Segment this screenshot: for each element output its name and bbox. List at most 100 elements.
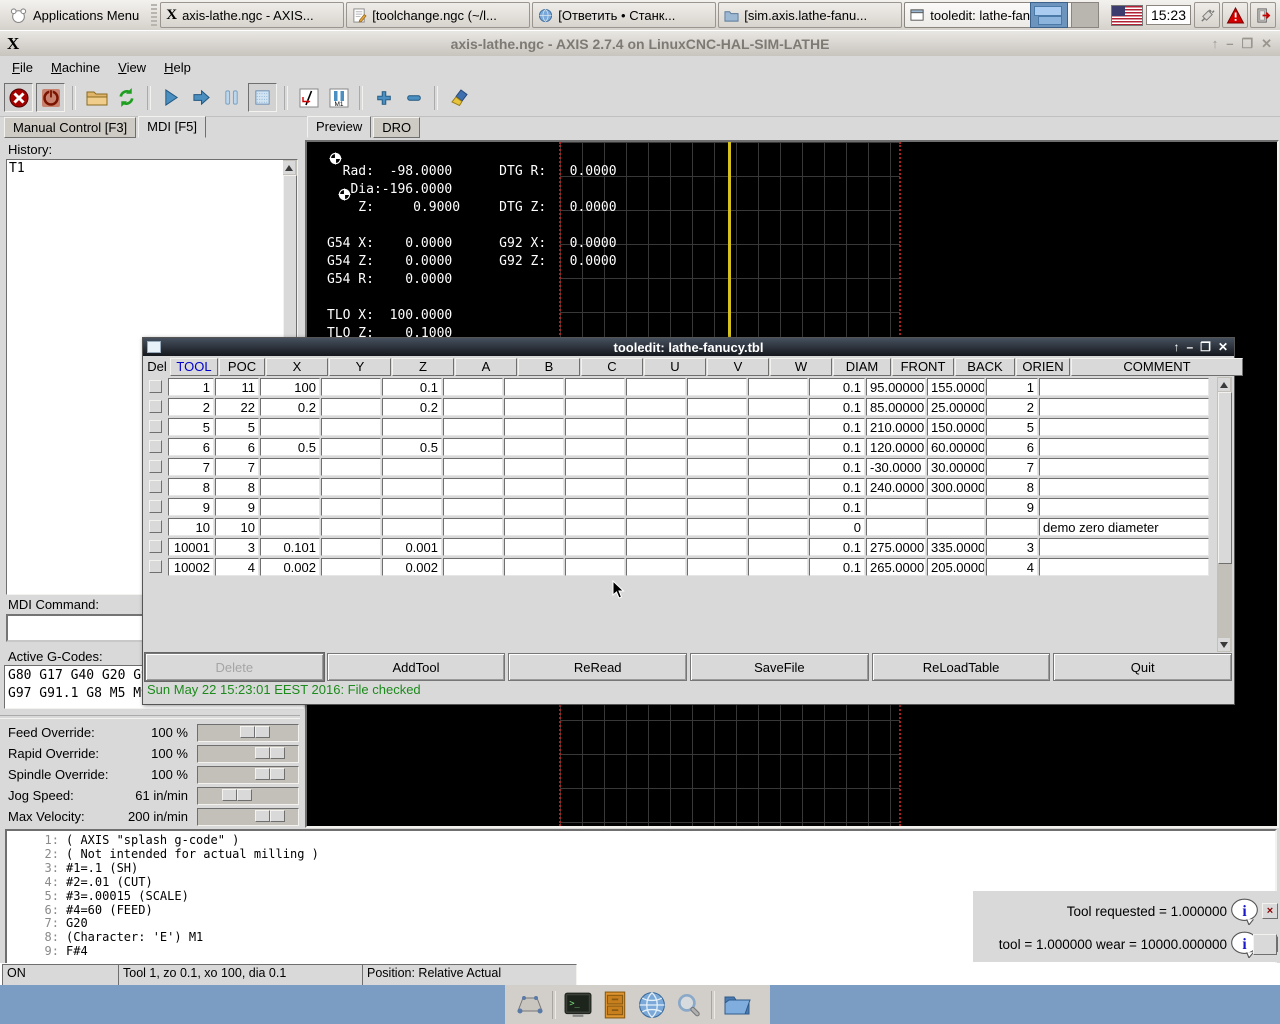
table-cell[interactable]: 0.002 [382,558,442,576]
plug-tray-button[interactable] [1194,2,1220,28]
delete-checkbox[interactable] [149,500,162,513]
table-cell[interactable]: 85.00000 [866,398,926,416]
table-cell[interactable] [687,438,747,456]
taskbar-window-button[interactable]: [sim.axis.lathe-fanu... [718,2,902,28]
step-button[interactable] [188,84,215,111]
table-cell[interactable] [626,558,686,576]
minimize-button[interactable]: – [1186,340,1193,354]
table-cell[interactable]: 0.001 [382,538,442,556]
table-cell[interactable] [321,498,381,516]
table-cell[interactable] [443,558,503,576]
table-cell[interactable] [748,558,808,576]
table-cell[interactable] [687,538,747,556]
table-cell[interactable]: 9 [215,498,259,516]
table-cell[interactable] [504,378,564,396]
table-cell[interactable] [321,558,381,576]
table-cell[interactable]: 5 [168,418,214,436]
table-cell[interactable] [565,538,625,556]
table-cell[interactable] [321,398,381,416]
taskbar-window-button[interactable]: [toolchange.ngc (~/l... [346,2,530,28]
table-cell[interactable] [321,438,381,456]
table-cell[interactable] [565,498,625,516]
tool-table-scrollbar[interactable] [1217,377,1232,652]
table-cell[interactable]: 7 [215,458,259,476]
table-cell[interactable] [565,478,625,496]
table-cell[interactable]: 11 [215,378,259,396]
table-cell[interactable] [687,418,747,436]
table-cell[interactable]: 0.1 [809,398,865,416]
table-cell[interactable]: 8 [986,478,1038,496]
delete-checkbox[interactable] [149,540,162,553]
table-cell[interactable] [443,498,503,516]
table-cell[interactable] [565,378,625,396]
table-cell[interactable]: 60.00000 [927,438,985,456]
table-cell[interactable] [382,498,442,516]
table-cell[interactable]: 4 [986,558,1038,576]
table-cell[interactable]: -30.0000 [866,458,926,476]
zoom-in-button[interactable] [370,84,397,111]
table-cell[interactable] [748,378,808,396]
table-cell[interactable]: 0.5 [260,438,320,456]
table-cell[interactable] [687,518,747,536]
table-cell[interactable]: 1 [168,378,214,396]
skip-lines-button[interactable] [295,84,322,111]
gcode-line[interactable]: 2:( Not intended for actual milling ) [7,848,1275,862]
delete-checkbox[interactable] [149,420,162,433]
table-cell[interactable]: 275.0000 [866,538,926,556]
close-button[interactable]: ✕ [1261,36,1272,52]
table-cell[interactable] [687,398,747,416]
table-cell[interactable] [687,558,747,576]
table-cell[interactable] [748,438,808,456]
table-cell[interactable] [260,498,320,516]
delete-checkbox[interactable] [149,520,162,533]
table-cell[interactable]: 0.2 [382,398,442,416]
table-cell[interactable] [565,438,625,456]
table-cell[interactable] [927,518,985,536]
table-cell[interactable] [321,478,381,496]
table-cell[interactable] [748,498,808,516]
table-cell[interactable] [443,438,503,456]
logout-tray-button[interactable] [1250,2,1276,28]
table-cell[interactable]: 0.1 [382,378,442,396]
table-cell[interactable] [565,558,625,576]
stop-button[interactable] [248,83,277,112]
table-cell[interactable]: 0.1 [809,558,865,576]
table-cell[interactable]: demo zero diameter [1039,518,1209,536]
slider-handle[interactable] [255,747,285,759]
show-desktop-launcher[interactable] [515,990,545,1020]
zoom-out-button[interactable] [400,84,427,111]
table-cell[interactable]: 100 [260,378,320,396]
table-cell[interactable]: 25.00000 [927,398,985,416]
table-cell[interactable] [1039,418,1209,436]
table-cell[interactable] [565,458,625,476]
table-cell[interactable]: 22 [215,398,259,416]
table-cell[interactable]: 2 [168,398,214,416]
taskbar-window-button[interactable]: Xaxis-lathe.ngc - AXIS... [160,2,344,28]
table-cell[interactable] [504,558,564,576]
history-item[interactable]: T1 [9,161,281,176]
applications-menu-button[interactable]: Applications Menu [0,0,149,30]
table-cell[interactable]: 1 [986,378,1038,396]
override-slider[interactable] [197,766,299,784]
terminal-launcher[interactable]: >_ [563,990,593,1020]
open-file-button[interactable] [83,84,110,111]
table-cell[interactable] [687,458,747,476]
table-cell[interactable]: 0.1 [809,458,865,476]
table-cell[interactable] [443,458,503,476]
menu-help[interactable]: Help [156,58,199,77]
minimize-button[interactable]: – [1226,36,1233,52]
table-cell[interactable]: 10 [215,518,259,536]
table-cell[interactable]: 120.0000 [866,438,926,456]
table-cell[interactable]: 5 [986,418,1038,436]
table-cell[interactable] [626,478,686,496]
slider-handle[interactable] [255,810,285,822]
table-cell[interactable] [260,478,320,496]
table-cell[interactable] [687,498,747,516]
table-cell[interactable]: 4 [215,558,259,576]
clear-plot-button[interactable] [445,84,472,111]
delete-checkbox[interactable] [149,560,162,573]
pause-button[interactable] [218,84,245,111]
table-cell[interactable]: 0.2 [260,398,320,416]
table-cell[interactable]: 265.0000 [866,558,926,576]
savefile-button[interactable]: SaveFile [690,653,869,681]
